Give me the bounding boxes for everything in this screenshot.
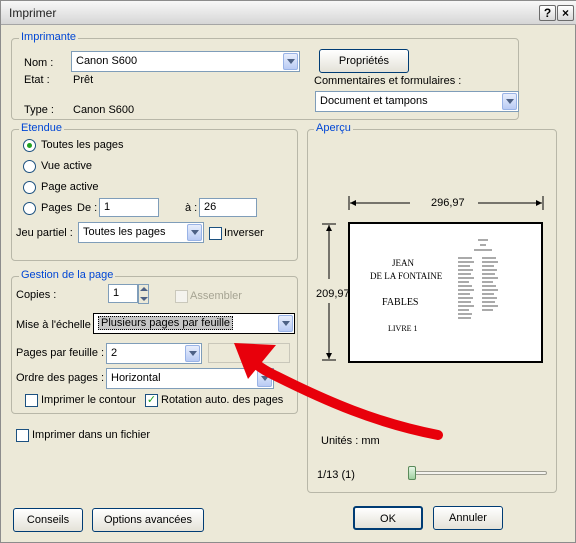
pages-per-sheet-value: 2 (111, 347, 118, 359)
from-label: De : (77, 202, 98, 214)
page-counter: 1/13 (1) (317, 469, 355, 481)
to-label: à : (185, 202, 198, 214)
radio-current-view[interactable] (23, 160, 36, 173)
subset-label: Jeu partiel : (16, 227, 73, 239)
preview-legend: Aperçu (314, 122, 353, 134)
preview-width-value: 296,97 (431, 197, 465, 209)
collate-label: Assembler (190, 290, 242, 302)
print-border-checkbox[interactable] (25, 394, 38, 407)
ok-button[interactable]: OK (353, 506, 423, 530)
radio-all-pages-label[interactable]: Toutes les pages (41, 139, 124, 151)
printer-state-label: Etat : (24, 74, 50, 86)
printer-group-legend: Imprimante (19, 31, 79, 43)
collate-checkbox[interactable] (175, 290, 188, 303)
reverse-label[interactable]: Inverser (224, 227, 264, 239)
printer-name-select[interactable]: Canon S600 (71, 51, 300, 72)
cancel-button[interactable]: Annuler (433, 506, 503, 530)
printer-state-value: Prêt (73, 74, 94, 86)
page-order-value: Horizontal (111, 372, 161, 384)
page-slider-track[interactable] (409, 471, 547, 475)
printer-name-value: Canon S600 (76, 55, 138, 67)
page-order-label: Ordre des pages : (16, 372, 105, 384)
window-title: Imprimer (9, 6, 57, 20)
auto-rotate-checkbox[interactable]: ✓ (145, 394, 158, 407)
print-dialog: Imprimer ? × Imprimante Nom : Canon S600… (0, 0, 576, 543)
radio-current-page-label[interactable]: Page active (41, 181, 98, 193)
scaling-value: Plusieurs pages par feuille (98, 316, 234, 330)
subset-select[interactable]: Toutes les pages (78, 222, 204, 243)
close-button[interactable]: × (557, 5, 574, 21)
radio-current-page[interactable] (23, 181, 36, 194)
comments-forms-value: Document et tampons (320, 95, 428, 107)
chevron-down-icon (187, 224, 202, 241)
preview-text-line: DE LA FONTAINE (370, 271, 443, 281)
radio-pages[interactable] (23, 202, 36, 215)
chevron-down-icon (185, 345, 200, 362)
red-annotation-arrow (234, 343, 443, 440)
radio-all-pages[interactable] (23, 139, 36, 152)
properties-button[interactable]: Propriétés (319, 49, 409, 73)
help-button[interactable]: ? (539, 5, 556, 21)
page-handling-legend: Gestion de la page (19, 269, 116, 281)
preview-height-value: 209,97 (316, 288, 350, 300)
printer-type-label: Type : (24, 104, 54, 116)
print-to-file-label[interactable]: Imprimer dans un fichier (32, 429, 150, 441)
radio-current-view-label[interactable]: Vue active (41, 160, 92, 172)
print-border-label[interactable]: Imprimer le contour (41, 394, 136, 406)
comments-forms-select[interactable]: Document et tampons (315, 91, 519, 112)
page-slider-thumb[interactable] (408, 466, 416, 480)
pages-per-sheet-select[interactable]: 2 (106, 343, 202, 364)
copies-spinner[interactable] (138, 284, 149, 304)
preview-text-line: JEAN (392, 258, 414, 268)
copies-input[interactable]: 1 (108, 284, 138, 303)
comments-forms-label: Commentaires et formulaires : (314, 75, 462, 87)
title-bar: Imprimer ? × (1, 1, 576, 25)
from-page-input[interactable]: 1 (99, 198, 159, 217)
preview-second-page-text (458, 239, 498, 319)
subset-value: Toutes les pages (83, 226, 166, 238)
reverse-checkbox[interactable] (209, 227, 222, 240)
print-range-legend: Etendue (19, 122, 64, 134)
printer-type-value: Canon S600 (73, 104, 135, 116)
radio-pages-label[interactable]: Pages (41, 202, 72, 214)
chevron-down-icon (283, 53, 298, 70)
scaling-label: Mise à l'échelle : (16, 319, 97, 331)
printer-name-label: Nom : (24, 57, 54, 69)
chevron-down-icon (278, 315, 293, 332)
pages-per-sheet-label: Pages par feuille : (16, 347, 105, 359)
advanced-options-button[interactable]: Options avancées (92, 508, 204, 532)
preview-text-line: FABLES (382, 297, 419, 308)
to-page-input[interactable]: 26 (199, 198, 257, 217)
copies-label: Copies : (16, 289, 57, 301)
chevron-down-icon (502, 93, 517, 110)
tips-button[interactable]: Conseils (13, 508, 83, 532)
print-to-file-checkbox[interactable] (16, 429, 29, 442)
